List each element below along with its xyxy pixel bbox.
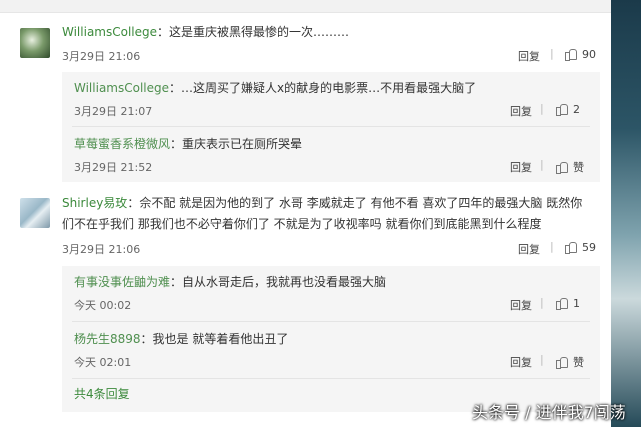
separator: | [540, 102, 544, 115]
comment-text: ：这是重庆被黑得最惨的一次……… [157, 25, 350, 39]
comments-panel: WilliamsCollege：这是重庆被黑得最惨的一次……… 3月29日 21… [0, 0, 611, 427]
like-count: 1 [573, 297, 580, 310]
reply-box: 有事没事佐鼬为难：自从水哥走后，我就再也没看最强大脑 今天 00:02 回复 |… [62, 266, 600, 412]
divider [72, 321, 590, 322]
reply-text: ：…这周买了嫌疑人x的献身的电影票…不用看最强大脑了 [169, 81, 477, 95]
comment-text-line: WilliamsCollege：这是重庆被黑得最惨的一次……… [62, 22, 349, 42]
comment-time: 3月29日 21:06 [62, 50, 141, 63]
reply-text-line: 有事没事佐鼬为难：自从水哥走后，我就再也没看最强大脑 [74, 272, 386, 292]
reply-button[interactable]: 回复 [510, 354, 532, 370]
divider [72, 378, 590, 379]
reply-text: ：重庆表示已在厕所哭晕 [170, 137, 303, 151]
reply-button[interactable]: 回复 [518, 241, 540, 257]
like-button[interactable]: 赞 [556, 354, 584, 370]
thumbs-up-icon [556, 356, 568, 369]
separator: | [550, 240, 554, 253]
reply-box: WilliamsCollege：…这周买了嫌疑人x的献身的电影票…不用看最强大脑… [62, 72, 600, 182]
avatar[interactable] [20, 198, 50, 228]
comment-time: 3月29日 21:06 [62, 243, 141, 256]
watermark: 头条号 / 进伴我7闯荡 [472, 403, 626, 422]
like-count: 赞 [573, 161, 584, 174]
like-count: 59 [582, 241, 596, 254]
comment-text: ：佘不配 就是因为他的到了 水哥 李威就走了 有他不看 喜欢了四年的最强大脑 既… [127, 196, 583, 210]
more-replies-link[interactable]: 共4条回复 [74, 385, 130, 402]
top-edge-bar [0, 0, 611, 13]
reply-text: ：我也是 就等着看他出丑了 [140, 332, 289, 346]
reply-button[interactable]: 回复 [510, 103, 532, 119]
reply-text-line: 草莓蜜香系橙微风：重庆表示已在厕所哭晕 [74, 134, 302, 154]
like-button[interactable]: 1 [556, 297, 580, 310]
separator: | [540, 158, 544, 171]
like-button[interactable]: 90 [565, 48, 596, 61]
thumbs-up-icon [556, 297, 568, 310]
like-count: 90 [582, 48, 596, 61]
reply-time: 3月29日 21:52 [74, 161, 153, 174]
thumbs-up-icon [556, 103, 568, 116]
reply-button[interactable]: 回复 [510, 297, 532, 313]
reply-button[interactable]: 回复 [518, 48, 540, 64]
reply-time: 3月29日 21:07 [74, 105, 153, 118]
username-link[interactable]: WilliamsCollege [74, 81, 169, 95]
like-button[interactable]: 赞 [556, 159, 584, 175]
username-link[interactable]: WilliamsCollege [62, 25, 157, 39]
comment-text-line: 们不在乎我们 那我们也不必守着你们了 不就是为了收视率吗 就看你们到底能黑到什么… [62, 217, 542, 231]
reply-text-line: WilliamsCollege：…这周买了嫌疑人x的献身的电影票…不用看最强大脑… [74, 78, 476, 98]
avatar[interactable] [20, 28, 50, 58]
comment-text-line: Shirley易玫：佘不配 就是因为他的到了 水哥 李威就走了 有他不看 喜欢了… [62, 193, 582, 213]
thumbs-up-icon [565, 241, 577, 254]
reply-time: 今天 02:01 [74, 356, 132, 369]
reply-text: ：自从水哥走后，我就再也没看最强大脑 [170, 275, 387, 289]
username-link[interactable]: 有事没事佐鼬为难 [74, 275, 170, 289]
thumbs-up-icon [565, 48, 577, 61]
username-link[interactable]: 草莓蜜香系橙微风 [74, 137, 170, 151]
reply-button[interactable]: 回复 [510, 159, 532, 175]
reply-time: 今天 00:02 [74, 299, 132, 312]
reply-text-line: 杨先生8898：我也是 就等着看他出丑了 [74, 329, 288, 349]
divider [72, 126, 590, 127]
like-count: 2 [573, 103, 580, 116]
like-count: 赞 [573, 356, 584, 369]
background-image-strip [611, 0, 641, 427]
like-button[interactable]: 59 [565, 241, 596, 254]
thumbs-up-icon [556, 161, 568, 174]
separator: | [540, 353, 544, 366]
username-link[interactable]: Shirley易玫 [62, 196, 127, 210]
separator: | [550, 47, 554, 60]
like-button[interactable]: 2 [556, 103, 580, 116]
separator: | [540, 296, 544, 309]
username-link[interactable]: 杨先生8898 [74, 332, 141, 346]
